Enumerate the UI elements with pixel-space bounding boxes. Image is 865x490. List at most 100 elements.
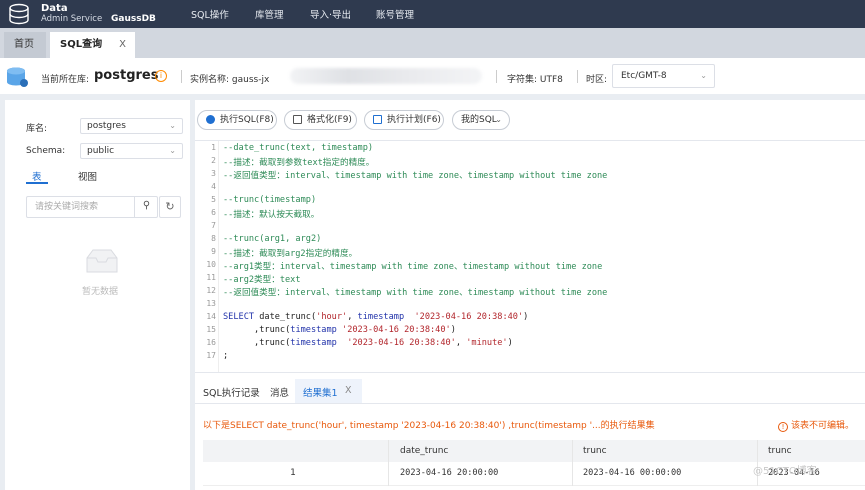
warning-icon: ! (778, 422, 788, 432)
grid-cell[interactable]: 2023-04-16 20:00:00 (400, 462, 498, 484)
tab-result-set-1-label: 结果集1 (303, 388, 338, 399)
line-number: 17 (206, 351, 216, 360)
line-number: 9 (211, 247, 216, 256)
format-sql-label: 格式化(F9) (307, 115, 352, 125)
line-number: 3 (211, 169, 216, 178)
code-line[interactable]: --trunc(timestamp) (223, 195, 316, 205)
db-select[interactable]: postgres ⌄ (80, 118, 183, 134)
line-number: 7 (211, 221, 216, 230)
code-line[interactable]: --返回值类型：interval、timestamp with time zon… (223, 169, 607, 181)
tab-sql-history[interactable]: SQL执行记录 (203, 385, 260, 399)
line-number: 8 (211, 234, 216, 243)
charset: 字符集: UTF8 (507, 75, 563, 85)
timezone-value: Etc/GMT-8 (621, 71, 667, 81)
tab-sql-query[interactable]: SQL查询 X (50, 32, 135, 58)
code-line[interactable]: --arg1类型：interval、timestamp with time zo… (223, 260, 602, 272)
top-navbar: Data Admin Service GaussDB SQL操作 库管理 导入·… (0, 0, 865, 28)
code-line[interactable]: --返回值类型：interval、timestamp with time zon… (223, 286, 607, 298)
code-line[interactable]: --描述：默认按天截取。 (223, 208, 319, 220)
nav-sql-operations[interactable]: SQL操作 (191, 7, 229, 21)
my-sql-dropdown[interactable]: 我的SQL ⌄ (452, 110, 510, 130)
divider (577, 70, 578, 83)
nav-import-export[interactable]: 导入·导出 (310, 7, 351, 21)
db-select-value: postgres (87, 121, 126, 131)
divider (195, 403, 865, 404)
tab-messages[interactable]: 消息 (270, 385, 289, 399)
execution-plan-button[interactable]: 执行计划(F6) (364, 110, 444, 130)
line-number: 12 (206, 286, 216, 295)
result-tabs: SQL执行记录 消息 结果集1 X (195, 379, 865, 403)
tab-views[interactable]: 视图 (78, 169, 97, 183)
info-icon[interactable]: i (155, 70, 167, 82)
execution-plan-label: 执行计划(F6) (387, 115, 441, 125)
plan-icon (373, 115, 382, 124)
database-logo-icon (9, 3, 29, 25)
line-number: 2 (211, 156, 216, 165)
line-number: 13 (206, 299, 216, 308)
divider (496, 70, 497, 83)
brand: Data Admin Service (41, 3, 102, 25)
tab-result-set-1[interactable]: 结果集1 X (295, 379, 362, 403)
empty-box-icon (86, 249, 118, 273)
nav-database-management[interactable]: 库管理 (255, 7, 284, 21)
timezone-label: 时区: (586, 75, 608, 85)
grid-header-cell[interactable]: trunc (768, 440, 792, 462)
code-line[interactable]: ,trunc(timestamp '2023-04-16 20:38:40') (223, 325, 456, 335)
format-icon (293, 115, 302, 124)
code-line[interactable]: ,trunc(timestamp '2023-04-16 20:38:40', … (223, 338, 513, 348)
chevron-down-icon: ⌄ (700, 71, 707, 80)
grid-header-row: date_trunc trunc trunc (203, 440, 865, 462)
code-line[interactable]: SELECT date_trunc('hour', timestamp '202… (223, 312, 528, 322)
connection-info-bar: 当前所在库: postgres i 实例名称: gauss-jx 字符集: UT… (0, 58, 865, 94)
line-number: 10 (206, 260, 216, 269)
grid-header-cell[interactable]: trunc (583, 440, 607, 462)
search-icon[interactable]: ⚲ (134, 196, 158, 218)
brand-subtitle: Admin Service (41, 14, 103, 24)
tab-home[interactable]: 首页 (4, 32, 46, 58)
chevron-down-icon: ⌄ (169, 146, 176, 155)
active-tab-indicator (26, 182, 48, 184)
brand-title: Data (41, 3, 68, 14)
brand-product: GaussDB (111, 14, 156, 24)
line-number: 4 (211, 182, 216, 191)
database-icon (7, 67, 28, 87)
run-sql-label: 执行SQL(F8) (220, 115, 274, 125)
grid-row-index: 1 (290, 468, 296, 478)
format-sql-button[interactable]: 格式化(F9) (284, 110, 357, 130)
line-number: 14 (206, 312, 216, 321)
code-line[interactable]: --arg2类型：text (223, 273, 301, 285)
line-number: 1 (211, 143, 216, 152)
code-line[interactable]: ; (223, 351, 228, 361)
tab-sql-query-label: SQL查询 (60, 39, 103, 50)
line-number: 5 (211, 195, 216, 204)
nav-account-management[interactable]: 账号管理 (376, 7, 414, 21)
code-line[interactable]: --描述：截取到参数text指定的精度。 (223, 156, 374, 168)
close-icon[interactable]: X (345, 385, 352, 396)
redacted-address (290, 68, 482, 84)
sql-editor[interactable]: 1 2 3 4 5 6 7 8 9 10 11 12 13 14 15 16 17 --date_trunc(t… (195, 140, 865, 373)
line-number: 15 (206, 325, 216, 334)
grid-cell[interactable]: 2023-04-16 00:00:00 (583, 462, 681, 484)
play-icon (206, 115, 215, 124)
timezone-select[interactable]: Etc/GMT-8 ⌄ (612, 64, 715, 88)
readonly-notice-text: 该表不可编辑。 (791, 421, 855, 431)
readonly-notice: ! 该表不可编辑。 (778, 418, 854, 432)
schema-select-value: public (87, 146, 115, 156)
close-icon[interactable]: X (119, 32, 126, 58)
sql-workspace: 执行SQL(F8) 格式化(F9) 执行计划(F6) 我的SQL ⌄ 12345… (195, 100, 865, 490)
line-number: 16 (206, 338, 216, 347)
code-line[interactable]: --date_trunc(text, timestamp) (223, 143, 373, 153)
divider (388, 440, 389, 486)
page-tabs: 首页 SQL查询 X (0, 28, 865, 58)
tab-tables[interactable]: 表 (32, 169, 42, 183)
line-number: 11 (206, 273, 216, 282)
code-line[interactable]: --trunc(arg1, arg2) (223, 234, 321, 244)
grid-header-cell[interactable]: date_trunc (400, 440, 448, 462)
schema-select[interactable]: public ⌄ (80, 143, 183, 159)
run-sql-button[interactable]: 执行SQL(F8) (197, 110, 277, 130)
line-number: 6 (211, 208, 216, 217)
instance-name: 实例名称: gauss-jx (190, 75, 270, 85)
refresh-icon[interactable]: ↻ (159, 196, 181, 218)
schema-select-label: Schema: (26, 146, 66, 156)
code-line[interactable]: --描述：截取到arg2指定的精度。 (223, 247, 357, 259)
